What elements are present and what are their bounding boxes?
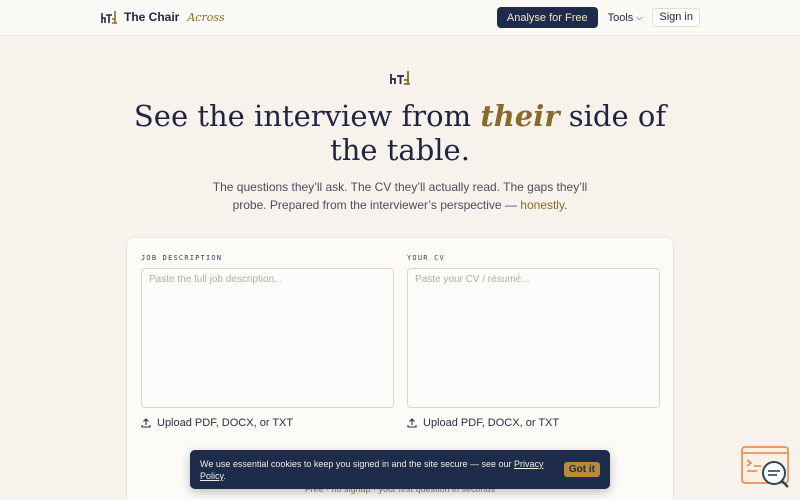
chevron-down-icon: ⌵: [636, 12, 643, 22]
cookie-accept-button[interactable]: Got it: [563, 462, 600, 477]
upload-icon: [141, 418, 151, 428]
hero-subtitle-accent: honestly: [520, 198, 565, 212]
cookie-text: We use essential cookies to keep you sig…: [200, 459, 515, 469]
cv-upload-button[interactable]: Upload PDF, DOCX, or TXT: [407, 417, 660, 429]
tools-label: Tools: [607, 11, 634, 24]
cv-input[interactable]: [407, 268, 660, 408]
brand-name: The Chair: [124, 10, 180, 24]
nav-actions: Analyse for Free Tools ⌵ Sign in: [496, 7, 700, 28]
job-description-label: Job Description: [141, 254, 223, 262]
job-description-field: Job Description Upload PDF, DOCX, or TXT: [141, 254, 394, 429]
cv-upload-label: Upload PDF, DOCX, or TXT: [423, 417, 560, 429]
analyse-for-free-button[interactable]: Analyse for Free: [496, 7, 598, 28]
brand-subtitle: Across: [187, 10, 225, 24]
hero-logo-icon: [390, 71, 410, 85]
top-navigation-bar: The Chair Across Analyse for Free Tools …: [0, 0, 800, 36]
hero-subtitle: The questions they’ll ask. The CV they’l…: [200, 178, 600, 214]
hero-title-emphasis: their: [480, 99, 560, 133]
cookie-banner: We use essential cookies to keep you sig…: [190, 450, 610, 489]
chair-table-logo-icon: [101, 11, 117, 24]
sign-in-button[interactable]: Sign in: [652, 8, 700, 27]
job-description-input[interactable]: [141, 268, 394, 408]
hero-title: See the interview from their side of the…: [120, 99, 680, 167]
brand[interactable]: The Chair Across: [100, 9, 225, 25]
cv-label: Your CV: [407, 254, 445, 262]
cv-field: Your CV Upload PDF, DOCX, or TXT: [407, 254, 660, 429]
hero-title-start: See the interview from: [133, 99, 481, 133]
tools-menu[interactable]: Tools ⌵: [608, 12, 643, 24]
hero-subtitle-end: .: [564, 198, 568, 212]
cookie-message: We use essential cookies to keep you sig…: [200, 458, 550, 482]
chat-help-icon[interactable]: [741, 446, 791, 488]
cookie-text-end: .: [223, 471, 226, 481]
upload-icon: [407, 418, 417, 428]
job-upload-button[interactable]: Upload PDF, DOCX, or TXT: [141, 417, 394, 429]
job-upload-label: Upload PDF, DOCX, or TXT: [157, 417, 294, 429]
